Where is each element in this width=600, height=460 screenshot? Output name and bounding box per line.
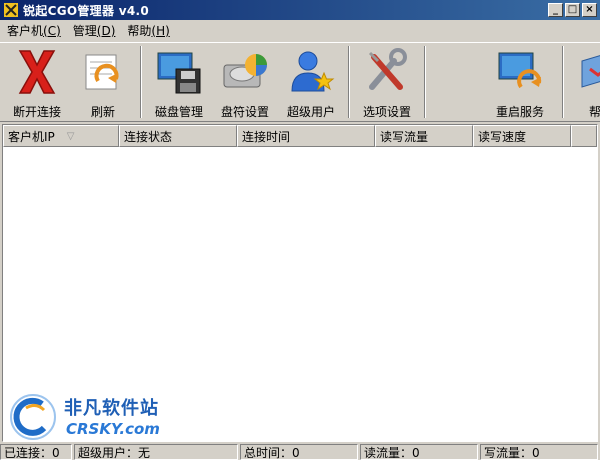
status-write-flow: 写流量：0	[480, 444, 598, 460]
sort-triangle-icon: ▽	[66, 130, 75, 142]
app-logo-icon	[4, 3, 18, 17]
maximize-button[interactable]: □	[565, 3, 580, 17]
toolbar: 断开连接 刷新 磁盘管理 盘符设置 超级用户 选项设置 重启服务 帮	[0, 42, 600, 122]
status-bar: 已连接：0 超级用户：无 总时间：0 读流量：0 写流量：0	[0, 444, 600, 460]
disk-manage-button[interactable]: 磁盘管理	[146, 43, 212, 121]
drive-setting-button[interactable]: 盘符设置	[212, 43, 278, 121]
column-connection-time[interactable]: 连接时间	[237, 125, 375, 147]
watermark: 非凡软件站 CRSKY.com	[2, 388, 172, 444]
close-button[interactable]: ×	[582, 3, 597, 17]
menu-manage[interactable]: 管理(D)	[68, 22, 121, 39]
refresh-button[interactable]: 刷新	[70, 43, 136, 121]
status-super-user: 超级用户：无	[74, 444, 238, 460]
red-x-icon	[18, 50, 56, 94]
restart-service-button[interactable]: 重启服务	[482, 43, 558, 121]
column-rw-traffic[interactable]: 读写流量	[375, 125, 473, 147]
column-filler	[571, 125, 597, 147]
menu-client[interactable]: 客户机(C)	[2, 22, 66, 39]
super-user-button[interactable]: 超级用户	[278, 43, 344, 121]
tools-icon	[368, 48, 407, 90]
column-connection-status[interactable]: 连接状态	[119, 125, 237, 147]
status-total-time: 总时间：0	[240, 444, 358, 460]
user-star-icon	[291, 51, 335, 92]
drive-pie-icon	[223, 54, 267, 88]
column-client-ip[interactable]: 客户机IP ▽	[3, 125, 119, 147]
restart-service-icon	[498, 52, 542, 89]
window-title: 锐起CGO管理器 v4.0	[23, 3, 150, 18]
status-connected: 已连接：0	[0, 444, 72, 460]
menu-help[interactable]: 帮助(H)	[122, 22, 174, 39]
minimize-button[interactable]: _	[548, 3, 563, 17]
menu-bar: 客户机(C) 管理(D) 帮助(H)	[0, 20, 600, 40]
disk-monitor-icon	[157, 52, 201, 94]
list-header: 客户机IP ▽ 连接状态 连接时间 读写流量 读写速度	[3, 125, 597, 147]
crsky-logo-icon	[10, 394, 56, 440]
status-read-flow: 读流量：0	[360, 444, 478, 460]
disconnect-button[interactable]: 断开连接	[4, 43, 70, 121]
refresh-icon	[85, 54, 119, 90]
watermark-site-name: 非凡软件站	[64, 398, 159, 419]
column-rw-speed[interactable]: 读写速度	[473, 125, 571, 147]
title-bar: 锐起CGO管理器 v4.0 _ □ ×	[0, 0, 600, 20]
options-button[interactable]: 选项设置	[354, 43, 420, 121]
help-book-icon	[581, 55, 600, 88]
watermark-url: CRSKY.com	[66, 420, 160, 438]
help-button[interactable]: 帮助	[568, 43, 600, 121]
